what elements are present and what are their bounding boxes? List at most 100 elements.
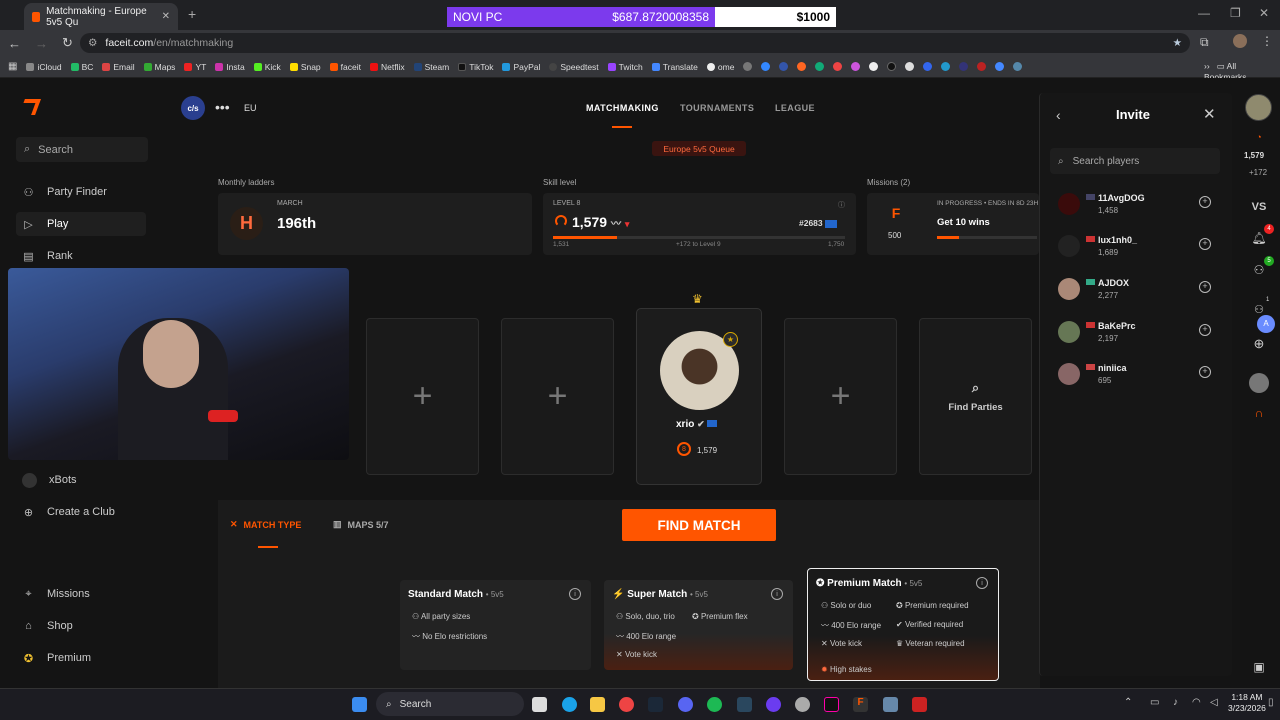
spotify-icon[interactable] xyxy=(707,697,722,712)
steam-icon[interactable] xyxy=(648,697,663,712)
menu-icon[interactable]: ⋮ xyxy=(1261,34,1273,48)
profile-avatar[interactable] xyxy=(1233,34,1247,48)
invite-row[interactable]: lux1nh0_ 1,689 + xyxy=(1058,235,1218,263)
info-icon[interactable]: i xyxy=(771,588,783,600)
bookmark-item[interactable]: Insta xyxy=(215,62,245,72)
bookmark-icon[interactable] xyxy=(941,62,951,71)
edge-icon[interactable] xyxy=(562,697,577,712)
sidebar-item-premium[interactable]: ✪ Premium xyxy=(16,646,146,670)
chevron-left-icon[interactable]: ‹ xyxy=(1056,107,1061,123)
invite-slot[interactable]: + xyxy=(501,318,614,475)
sidebar-search[interactable]: ⌕ Search xyxy=(16,137,148,162)
info-icon[interactable]: i xyxy=(976,577,988,589)
bookmark-item[interactable]: Email xyxy=(102,62,135,72)
find-parties-button[interactable]: ⌕ Find Parties xyxy=(919,318,1032,475)
bookmark-item[interactable]: TikTok xyxy=(458,62,493,72)
bookmark-item[interactable]: Netflix xyxy=(370,62,405,72)
bookmark-icon[interactable] xyxy=(779,62,789,71)
bookmark-item[interactable]: iCloud xyxy=(26,62,62,72)
org-badge[interactable]: c/s xyxy=(181,96,205,120)
tiktok-icon[interactable] xyxy=(824,697,839,712)
forward-icon[interactable]: → xyxy=(35,36,48,51)
site-info-icon[interactable]: ⚙ xyxy=(88,37,97,49)
add-player-icon[interactable]: + xyxy=(1199,281,1211,293)
settings-icon[interactable] xyxy=(883,697,898,712)
clock[interactable]: 1:18 AM 3/23/2026 xyxy=(1228,692,1266,714)
ladder-card[interactable] xyxy=(218,193,532,255)
player-name[interactable]: xrio ✔ xyxy=(676,419,718,430)
plus-icon[interactable]: + xyxy=(188,6,196,22)
find-match-button[interactable]: FIND MATCH xyxy=(622,509,776,541)
volume-icon[interactable]: ◁ xyxy=(1210,697,1218,708)
match-card-super[interactable]: ⚡ Super Match • 5v5 i ⚇ Solo, duo, trio … xyxy=(604,580,793,670)
invite-row[interactable]: 11AvgDOG 1,458 + xyxy=(1058,193,1218,221)
tab-tournaments[interactable]: TOURNAMENTS xyxy=(680,103,754,113)
add-player-icon[interactable]: + xyxy=(1199,324,1211,336)
search-players-input[interactable]: ⌕ Search players xyxy=(1050,148,1220,174)
tab-matchmaking[interactable]: MATCHMAKING xyxy=(586,103,659,113)
network-icon[interactable]: ◠ xyxy=(1192,697,1201,708)
info-icon[interactable]: ⓘ xyxy=(838,200,845,210)
vs-icon[interactable]: VS xyxy=(1243,201,1275,213)
add-player-icon[interactable]: + xyxy=(1199,238,1211,250)
star-icon[interactable]: ★ xyxy=(1173,37,1182,49)
task-view-icon[interactable] xyxy=(532,697,547,712)
close-window-icon[interactable]: ✕ xyxy=(1259,6,1269,20)
folder-icon[interactable] xyxy=(590,697,605,712)
tab-match-type[interactable]: ✕ MATCH TYPE xyxy=(230,519,301,530)
faceit-icon[interactable]: F xyxy=(853,697,868,712)
chevron-up-icon[interactable]: ⌃ xyxy=(1124,697,1132,708)
region-label[interactable]: EU xyxy=(244,103,257,113)
bookmark-icon[interactable] xyxy=(761,62,771,71)
bookmark-icon[interactable] xyxy=(815,62,825,71)
bookmark-icon[interactable] xyxy=(995,62,1005,71)
extensions-icon[interactable]: ⧉ xyxy=(1200,35,1209,50)
sidebar-item-rank[interactable]: ▤ Rank xyxy=(16,244,146,268)
bookmark-icon[interactable] xyxy=(851,62,861,71)
headset-icon[interactable]: ∩ xyxy=(1243,406,1275,420)
bookmark-item[interactable]: Steam xyxy=(413,62,449,72)
translate-icon[interactable]: A xyxy=(1257,315,1275,333)
address-bar[interactable]: ⚙ faceit.com/en/matchmaking ★ xyxy=(80,33,1190,53)
bookmark-icon[interactable] xyxy=(959,62,969,71)
party-icon[interactable]: ⚇ xyxy=(1243,303,1275,316)
bookmark-item[interactable]: Snap xyxy=(289,62,321,72)
bookmark-item[interactable]: Twitch xyxy=(607,62,643,72)
maximize-icon[interactable]: ❐ xyxy=(1230,6,1241,20)
sidebar-item-shop[interactable]: ⌂ Shop xyxy=(16,614,146,638)
reload-icon[interactable]: ↻ xyxy=(62,35,73,51)
windows-start-icon[interactable] xyxy=(352,697,367,712)
sidebar-item-play[interactable]: ▷ Play xyxy=(16,212,146,236)
sidebar-item-party-finder[interactable]: ⚇ Party Finder xyxy=(16,180,146,204)
chrome-icon[interactable] xyxy=(619,697,634,712)
bookmark-icon[interactable] xyxy=(905,62,915,71)
invite-row[interactable]: niniica 695 + xyxy=(1058,363,1218,391)
bookmark-item[interactable]: Kick xyxy=(253,62,281,72)
bookmark-icon[interactable] xyxy=(923,62,933,71)
bookmark-icon[interactable] xyxy=(833,62,843,71)
invite-slot[interactable]: + xyxy=(784,318,897,475)
bookmark-icon[interactable] xyxy=(1013,62,1023,71)
steam-icon[interactable] xyxy=(737,697,752,712)
bookmark-item[interactable]: Translate xyxy=(651,62,698,72)
invite-row[interactable]: AJDOX 2,277 + xyxy=(1058,278,1218,306)
plus-circle-icon[interactable]: ⊕ xyxy=(1243,336,1275,352)
close-icon[interactable]: ✕ xyxy=(1203,105,1216,123)
invite-row[interactable]: BaKePrc 2,197 + xyxy=(1058,321,1218,349)
sidebar-item-xbots[interactable]: xBots xyxy=(16,468,146,492)
bookmark-item[interactable]: PayPal xyxy=(502,62,540,72)
bookmark-icon[interactable] xyxy=(797,62,807,71)
app-icon[interactable] xyxy=(766,697,781,712)
app-icon[interactable] xyxy=(795,697,810,712)
taskbar-search[interactable]: ⌕ Search xyxy=(376,692,524,716)
friend-avatar[interactable] xyxy=(1249,373,1269,393)
back-icon[interactable]: ← xyxy=(8,36,21,51)
match-card-standard[interactable]: Standard Match • 5v5 i ⚇ All party sizes… xyxy=(400,580,591,670)
bookmark-icon[interactable] xyxy=(743,62,753,71)
queue-badge[interactable]: Europe 5v5 Queue xyxy=(652,141,746,156)
bookmark-icon[interactable] xyxy=(887,62,897,71)
add-player-icon[interactable]: + xyxy=(1199,366,1211,378)
more-icon[interactable]: ••• xyxy=(215,99,230,115)
sidebar-item-create-club[interactable]: ⊕ Create a Club xyxy=(16,500,146,524)
tab-maps[interactable]: ▥ MAPS 5/7 xyxy=(333,519,389,530)
